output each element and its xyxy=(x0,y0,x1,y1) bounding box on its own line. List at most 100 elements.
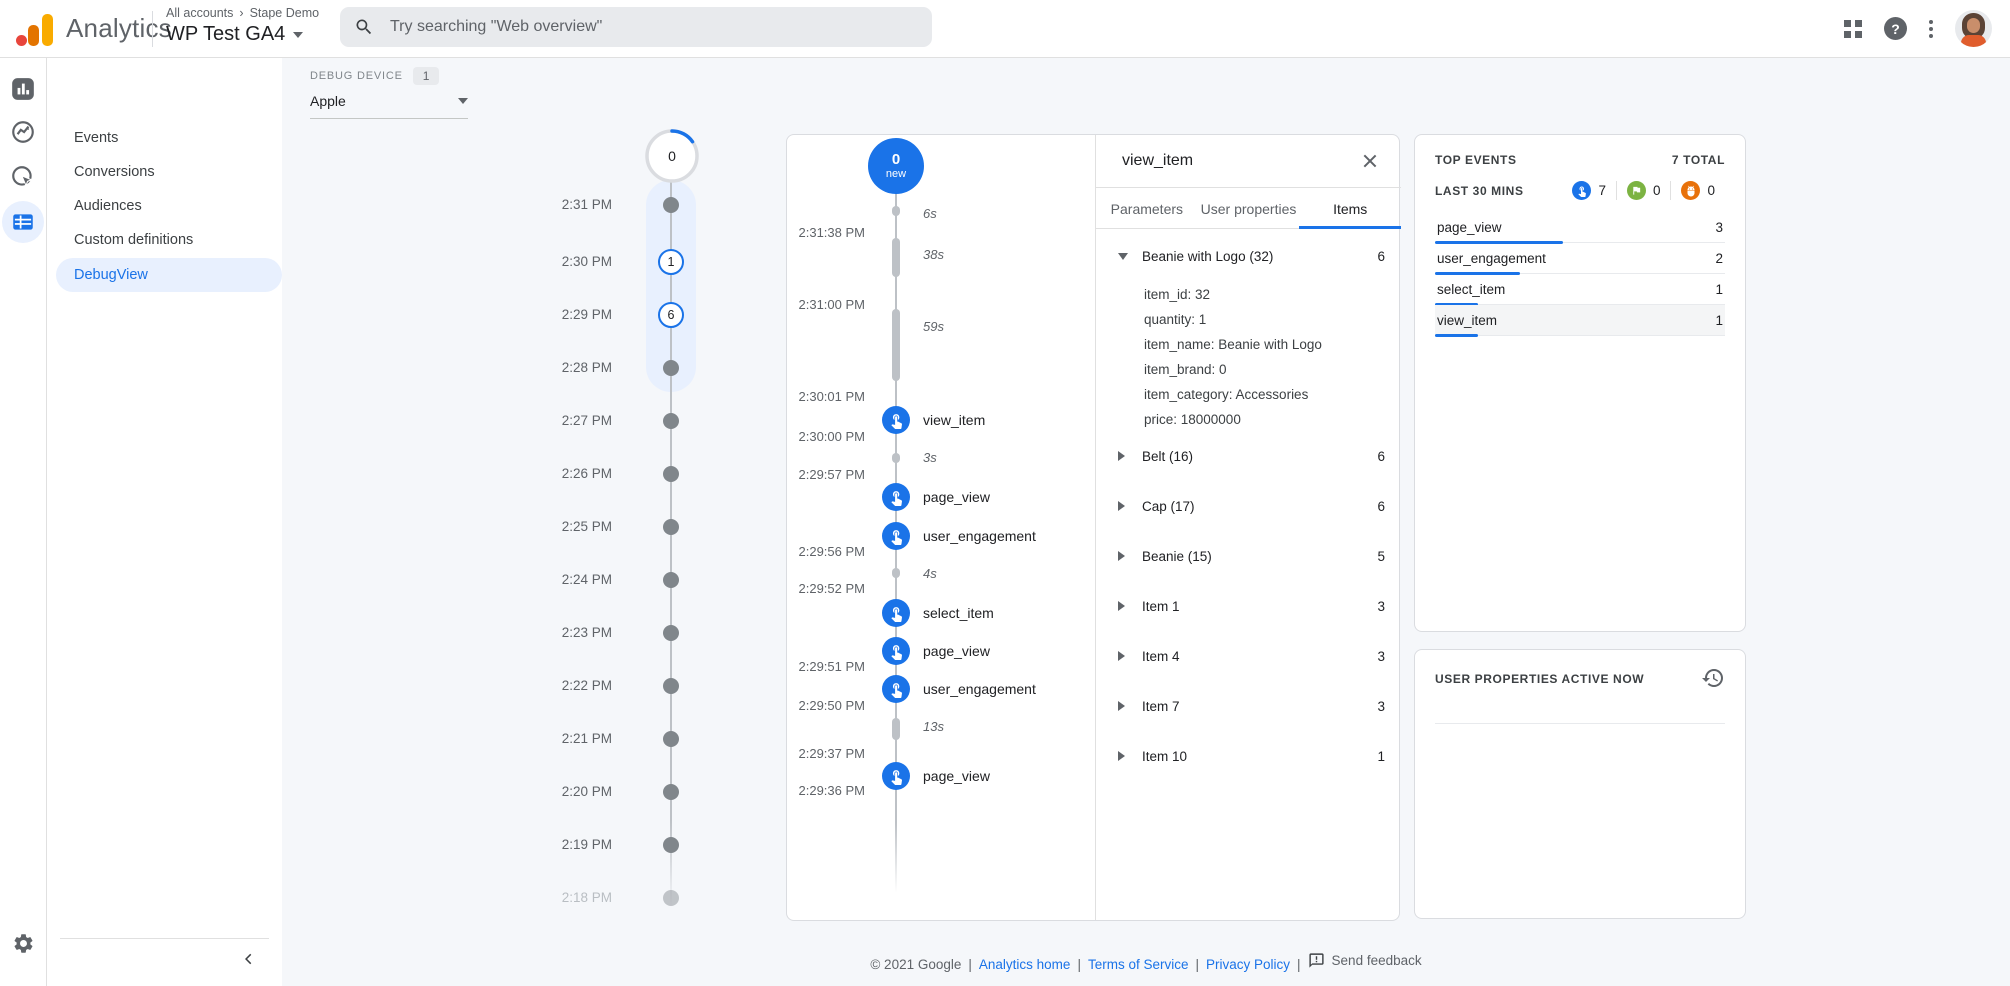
explore-icon[interactable] xyxy=(2,111,44,153)
tap-event-icon[interactable] xyxy=(882,483,910,511)
event-name[interactable]: select_item xyxy=(923,603,994,623)
minute-dot[interactable] xyxy=(663,784,679,800)
collapse-triangle-icon xyxy=(1118,253,1128,260)
close-icon[interactable] xyxy=(1359,150,1381,172)
minute-count-bubble[interactable]: 1 xyxy=(658,249,684,275)
item-group[interactable]: Item 10 1 xyxy=(1096,744,1401,768)
item-group-expanded[interactable]: Beanie with Logo (32) 6 xyxy=(1096,244,1401,268)
debug-device-label: DEBUG DEVICE xyxy=(310,70,403,82)
event-name[interactable]: page_view xyxy=(923,766,990,786)
global-search[interactable] xyxy=(340,7,932,47)
feedback-icon xyxy=(1308,952,1325,969)
event-bar xyxy=(1435,334,1478,337)
tap-event-icon[interactable] xyxy=(882,406,910,434)
minute-dot[interactable] xyxy=(663,731,679,747)
gap-capsule xyxy=(892,453,900,463)
privacy-link[interactable]: Privacy Policy xyxy=(1206,957,1290,972)
minute-count-bubble[interactable]: 6 xyxy=(658,302,684,328)
tab-parameters[interactable]: Parameters xyxy=(1096,189,1198,228)
event-name[interactable]: user_engagement xyxy=(923,526,1036,546)
sidebar-item-conversions[interactable]: Conversions xyxy=(56,155,282,189)
tab-user-properties[interactable]: User properties xyxy=(1198,189,1300,228)
item-group[interactable]: Item 4 3 xyxy=(1096,644,1401,668)
sidebar-item-events[interactable]: Events xyxy=(56,121,282,155)
item-group[interactable]: Cap (17) 6 xyxy=(1096,494,1401,518)
breadcrumb-account[interactable]: Stape Demo xyxy=(250,6,319,20)
minute-dot[interactable] xyxy=(663,413,679,429)
events-card: 0 new 2:31:38 PM 2:31:00 PM 2:30:01 PM 2… xyxy=(786,134,1400,921)
top-event-row[interactable]: page_view 3 xyxy=(1435,212,1725,243)
minute-dot[interactable] xyxy=(663,890,679,906)
debug-device-select[interactable]: Apple xyxy=(310,93,468,119)
search-input[interactable] xyxy=(388,17,872,37)
top-event-row[interactable]: select_item 1 xyxy=(1435,274,1725,305)
item-count: 6 xyxy=(1377,249,1385,264)
tap-event-icon[interactable] xyxy=(882,637,910,665)
minute-dot[interactable] xyxy=(663,572,679,588)
event-name[interactable]: user_engagement xyxy=(923,679,1036,699)
minute-dot[interactable] xyxy=(663,837,679,853)
send-feedback-button[interactable]: Send feedback xyxy=(1308,952,1422,969)
tap-event-icon[interactable] xyxy=(882,522,910,550)
avatar[interactable] xyxy=(1955,10,1992,47)
more-menu-icon[interactable] xyxy=(1929,20,1933,38)
user-properties-divider xyxy=(1435,723,1725,724)
gap-capsule xyxy=(892,238,900,277)
analytics-logo[interactable]: Analytics xyxy=(14,8,172,48)
collapse-sidebar-icon[interactable] xyxy=(238,948,260,970)
minutes-stream: 0 2:31 PM 2:30 PM 2:29 PM 2:28 PM 2:27 P… xyxy=(500,120,760,980)
reports-icon[interactable] xyxy=(2,68,44,110)
tab-items[interactable]: Items xyxy=(1299,189,1401,228)
item-count: 5 xyxy=(1377,549,1385,564)
help-icon[interactable]: ? xyxy=(1884,17,1907,40)
events-counter: 7 xyxy=(1562,181,1616,200)
app-header: Analytics All accounts › Stape Demo WP T… xyxy=(0,0,2010,58)
sidebar-item-audiences[interactable]: Audiences xyxy=(56,189,282,223)
advertising-icon[interactable] xyxy=(2,156,44,198)
minute-label: 2:19 PM xyxy=(522,836,612,854)
new-events-circle[interactable]: 0 new xyxy=(868,138,924,194)
current-minute-circle[interactable]: 0 xyxy=(644,128,700,184)
breadcrumb-accounts[interactable]: All accounts xyxy=(166,6,233,20)
sidebar-item-label: Conversions xyxy=(74,164,155,180)
configure-icon[interactable] xyxy=(2,201,44,243)
event-timestamp: 2:29:56 PM xyxy=(787,543,865,561)
item-count: 6 xyxy=(1377,499,1385,514)
top-event-row[interactable]: user_engagement 2 xyxy=(1435,243,1725,274)
top-event-count: 1 xyxy=(1715,282,1723,297)
analytics-home-link[interactable]: Analytics home xyxy=(979,957,1071,972)
minute-label: 2:28 PM xyxy=(522,359,612,377)
settings-gear-icon[interactable] xyxy=(12,932,35,960)
top-event-name: select_item xyxy=(1437,282,1505,297)
item-group[interactable]: Beanie (15) 5 xyxy=(1096,544,1401,568)
minute-dot[interactable] xyxy=(663,519,679,535)
minute-label: 2:27 PM xyxy=(522,412,612,430)
property-name[interactable]: WP Test GA4 xyxy=(166,23,285,46)
tap-event-icon[interactable] xyxy=(882,675,910,703)
device-caret-icon xyxy=(458,98,468,104)
sidebar-item-debugview[interactable]: DebugView xyxy=(56,258,282,292)
tap-event-icon[interactable] xyxy=(882,762,910,790)
tap-event-icon[interactable] xyxy=(882,599,910,627)
minute-dot[interactable] xyxy=(663,625,679,641)
sidebar-item-custom-definitions[interactable]: Custom definitions xyxy=(56,223,282,257)
history-icon[interactable] xyxy=(1701,666,1725,695)
terms-link[interactable]: Terms of Service xyxy=(1088,957,1189,972)
sidebar: Events Conversions Audiences Custom defi… xyxy=(47,57,282,986)
account-switcher[interactable]: All accounts › Stape Demo WP Test GA4 xyxy=(166,6,319,46)
errors-counter: 0 xyxy=(1670,181,1725,200)
product-name: Analytics xyxy=(66,13,172,44)
item-group[interactable]: Item 1 3 xyxy=(1096,594,1401,618)
event-name[interactable]: page_view xyxy=(923,641,990,661)
event-name[interactable]: page_view xyxy=(923,487,990,507)
minute-dot[interactable] xyxy=(663,466,679,482)
minute-label: 2:26 PM xyxy=(522,465,612,483)
minute-dot[interactable] xyxy=(663,197,679,213)
event-name[interactable]: view_item xyxy=(923,410,985,430)
minute-dot[interactable] xyxy=(663,678,679,694)
minute-dot[interactable] xyxy=(663,360,679,376)
apps-grid-icon[interactable] xyxy=(1844,20,1862,38)
top-event-row[interactable]: view_item 1 xyxy=(1435,305,1725,336)
item-group[interactable]: Item 7 3 xyxy=(1096,694,1401,718)
item-group[interactable]: Belt (16) 6 xyxy=(1096,444,1401,468)
